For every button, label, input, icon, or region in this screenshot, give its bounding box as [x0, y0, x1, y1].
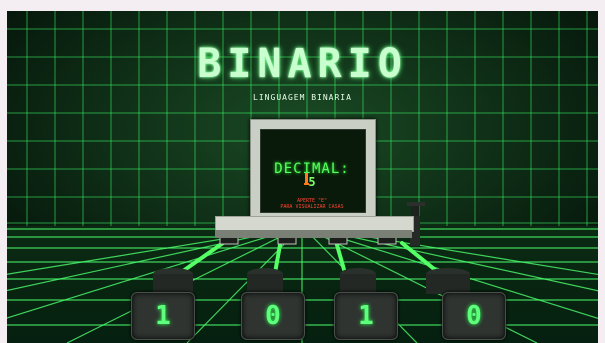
- bit-button-4[interactable]: 0: [442, 292, 506, 340]
- game-title: BINARIO: [197, 41, 408, 87]
- monitor-hint: APERTE "E" PARA VISUALIZAR CASAS: [260, 198, 364, 210]
- bit-button-3[interactable]: 1: [334, 292, 398, 340]
- game-scene: BINARIO LINGUAGEM BINARIA DECIMAL: 5 APE…: [7, 11, 598, 343]
- decimal-value: 5: [308, 175, 316, 189]
- game-subtitle: LINGUAGEM BINARIA: [253, 93, 352, 102]
- game-window: BINARIO LINGUAGEM BINARIA DECIMAL: 5 APE…: [0, 0, 605, 343]
- control-desk-front: [215, 230, 412, 238]
- bit-button-1[interactable]: 1: [131, 292, 195, 340]
- bit-button-2[interactable]: 0: [241, 292, 305, 340]
- hint-line-2: PARA VISUALIZAR CASAS: [280, 204, 344, 210]
